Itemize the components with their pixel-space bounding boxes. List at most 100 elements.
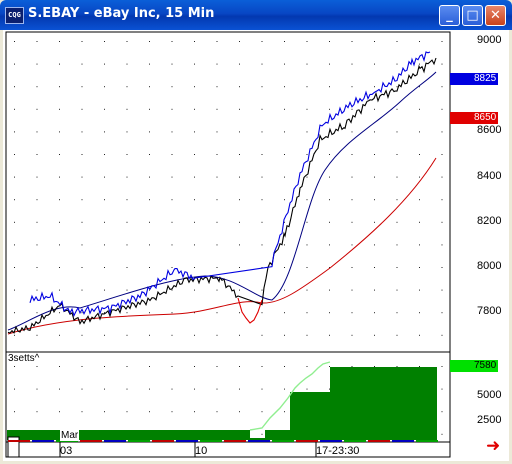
- grid-dot: [14, 388, 15, 390]
- grid-dot: [59, 86, 60, 88]
- session-marker: [200, 440, 222, 442]
- grid-dot: [149, 289, 150, 291]
- grid-dot: [14, 176, 15, 178]
- grid-dot: [149, 199, 150, 201]
- grid-dot: [59, 411, 60, 413]
- grid-dot: [81, 63, 83, 65]
- grid-dot: [149, 221, 150, 223]
- grid-dot: [216, 366, 218, 367]
- grid-dot: [239, 411, 240, 413]
- grid-dot: [306, 388, 308, 390]
- grid-dot: [14, 199, 15, 201]
- grid-dot: [351, 366, 353, 367]
- grid-dot: [374, 312, 375, 314]
- grid-dot: [284, 312, 285, 314]
- scroll-right-arrow-icon[interactable]: ➜: [486, 436, 500, 456]
- grid-dot: [374, 334, 375, 336]
- grid-dot: [239, 388, 240, 390]
- grid-dot: [216, 221, 218, 223]
- grid-dot: [104, 86, 105, 88]
- grid-dot: [104, 366, 105, 367]
- y-tick-9000: 9000: [477, 34, 502, 46]
- grid-dot: [284, 108, 285, 110]
- grid-dot: [149, 176, 150, 178]
- grid-dot: [239, 289, 240, 291]
- grid-dot: [81, 176, 83, 178]
- grid-dot: [36, 108, 38, 110]
- grid-dot: [396, 86, 398, 88]
- grid-dot: [104, 199, 105, 201]
- grid-dot: [149, 108, 150, 110]
- grid-dot: [419, 267, 420, 268]
- grid-dot: [36, 289, 38, 291]
- grid-dot: [396, 176, 398, 178]
- time-axis[interactable]: [5, 441, 451, 458]
- grid-dot: [284, 366, 285, 367]
- grid-dot: [171, 366, 173, 367]
- session-marker: [104, 440, 126, 442]
- grid-dot: [351, 334, 353, 336]
- grid-dot: [329, 366, 330, 367]
- grid-dot: [351, 154, 353, 155]
- grid-dot: [374, 108, 375, 110]
- grid-dot: [306, 41, 308, 42]
- grid-dot: [194, 86, 195, 88]
- grid-dot: [81, 267, 83, 268]
- grid-dot: [171, 244, 173, 246]
- grid-dot: [194, 334, 195, 336]
- grid-dot: [216, 388, 218, 390]
- grid-dot: [396, 131, 398, 133]
- grid-dot: [306, 131, 308, 133]
- grid-dot: [194, 176, 195, 178]
- grid-dot: [441, 411, 443, 413]
- grid-dot: [441, 86, 443, 88]
- grid-dot: [59, 244, 60, 246]
- grid-dot: [194, 221, 195, 223]
- grid-dot: [126, 41, 128, 42]
- grid-dot: [171, 388, 173, 390]
- grid-dot: [306, 289, 308, 291]
- grid-dot: [329, 334, 330, 336]
- session-marker: [368, 440, 390, 442]
- grid-dot: [36, 86, 38, 88]
- grid-dot: [126, 366, 128, 367]
- grid-dot: [14, 63, 15, 65]
- grid-dot: [14, 108, 15, 110]
- grid-dot: [441, 388, 443, 390]
- grid-dot: [284, 289, 285, 291]
- grid-dot: [104, 63, 105, 65]
- session-marker: [128, 440, 150, 442]
- indicator-value-tag: 7580: [450, 360, 498, 372]
- chart-canvas[interactable]: [0, 0, 512, 464]
- grid-dot: [36, 41, 38, 42]
- grid-dot: [171, 154, 173, 155]
- grid-dot: [216, 86, 218, 88]
- grid-dot: [216, 267, 218, 268]
- grid-dot: [261, 289, 263, 291]
- month-label: Mar: [60, 430, 80, 441]
- grid-dot: [14, 154, 15, 155]
- grid-dot: [284, 199, 285, 201]
- grid-dot: [351, 176, 353, 178]
- grid-dot: [126, 221, 128, 223]
- grid-dot: [104, 388, 105, 390]
- grid-dot: [14, 131, 15, 133]
- last-price-tag: 8825: [450, 73, 498, 85]
- grid-dot: [104, 41, 105, 42]
- grid-dot: [261, 388, 263, 390]
- grid-dot: [441, 366, 443, 367]
- grid-dot: [104, 108, 105, 110]
- grid-dot: [329, 221, 330, 223]
- grid-dot: [351, 289, 353, 291]
- grid-dot: [374, 199, 375, 201]
- grid-dot: [194, 267, 195, 268]
- grid-dot: [329, 108, 330, 110]
- grid-dot: [351, 41, 353, 42]
- grid-dot: [261, 154, 263, 155]
- grid-dot: [261, 41, 263, 42]
- grid-dot: [351, 244, 353, 246]
- grid-dot: [374, 267, 375, 268]
- grid-dot: [351, 267, 353, 268]
- grid-dot: [284, 388, 285, 390]
- grid-dot: [81, 289, 83, 291]
